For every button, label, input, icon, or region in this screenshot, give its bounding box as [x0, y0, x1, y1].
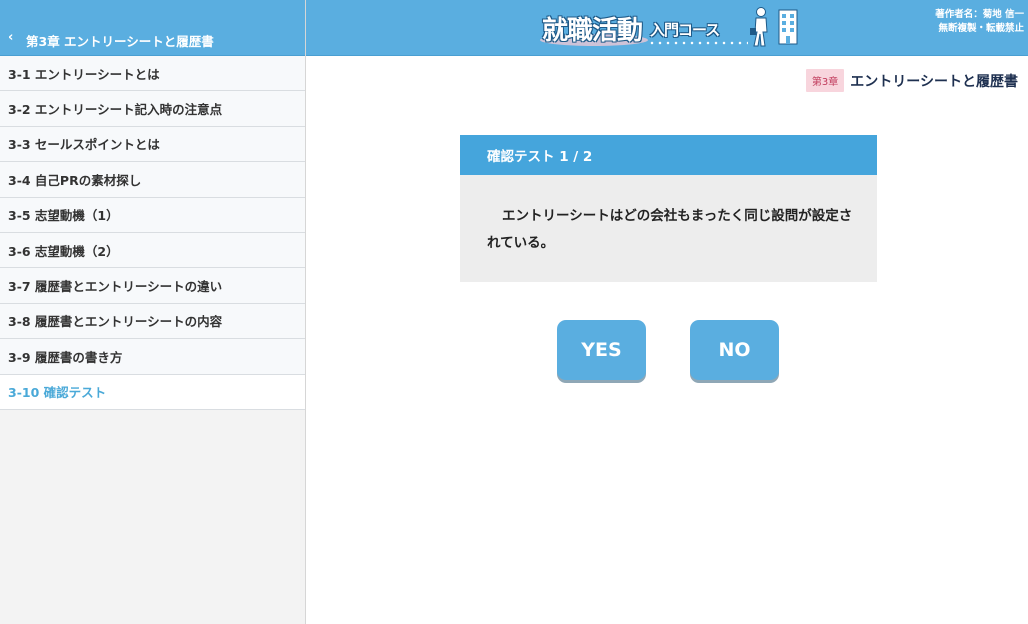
- copyright-author: 著作者名：菊地 信一: [935, 9, 1024, 20]
- sidebar-item-9[interactable]: 3-9 履歴書の書き方: [0, 339, 305, 375]
- yes-button[interactable]: YES: [557, 320, 646, 380]
- sidebar-item-label: 3-9 履歴書の書き方: [8, 349, 123, 365]
- sidebar-item-8[interactable]: 3-8 履歴書とエントリーシートの内容: [0, 303, 305, 340]
- logo-sub-text: 入門コース: [650, 21, 720, 39]
- sidebar-item-label: 3-10 確認テスト: [8, 385, 107, 401]
- sidebar-item-7[interactable]: 3-7 履歴書とエントリーシートの違い: [0, 268, 305, 304]
- sidebar-item-5[interactable]: 3-5 志望動機（1）: [0, 197, 305, 233]
- quiz-card: 確認テスト 1 / 2 エントリーシートはどの会社もまったく同じ設問が設定されて…: [460, 135, 877, 282]
- chapter-title: エントリーシートと履歴書: [850, 73, 1018, 90]
- sidebar-item-label: 3-7 履歴書とエントリーシートの違い: [8, 279, 223, 295]
- sidebar-item-2[interactable]: 3-2 エントリーシート記入時の注意点: [0, 91, 305, 127]
- logo-main-text: 就職活動: [542, 16, 643, 46]
- chapter-badge: 第3章: [805, 69, 845, 92]
- sidebar-item-label: 3-3 セールスポイントとは: [8, 137, 160, 153]
- header: 就職活動 入門コース 著作者名：菊地 信一 無断複製・転載禁止: [306, 0, 1028, 56]
- office-building-icon: [778, 9, 798, 45]
- quiz-header: 確認テスト 1 / 2: [460, 135, 877, 175]
- sidebar: ‹ 第3章 エントリーシートと履歴書 3-1 エントリーシートとは 3-2 エント…: [0, 0, 306, 624]
- sidebar-header[interactable]: ‹ 第3章 エントリーシートと履歴書: [0, 0, 305, 56]
- copyright-notice: 著作者名：菊地 信一 無断複製・転載禁止: [935, 8, 1024, 36]
- sidebar-chapter-title[interactable]: 第3章 エントリーシートと履歴書: [26, 31, 214, 50]
- chevron-left-icon[interactable]: ‹: [8, 30, 13, 45]
- no-button[interactable]: NO: [690, 320, 779, 380]
- sidebar-item-10[interactable]: 3-10 確認テスト: [0, 374, 305, 410]
- sidebar-item-label: 3-8 履歴書とエントリーシートの内容: [8, 314, 223, 330]
- quiz-question: エントリーシートはどの会社もまったく同じ設問が設定されている。: [460, 175, 877, 282]
- sidebar-item-6[interactable]: 3-6 志望動機（2）: [0, 232, 305, 269]
- sidebar-item-label: 3-2 エントリーシート記入時の注意点: [8, 102, 223, 118]
- sidebar-item-3[interactable]: 3-3 セールスポイントとは: [0, 126, 305, 163]
- sidebar-item-label: 3-4 自己PRの素材探し: [8, 172, 142, 188]
- sidebar-item-label: 3-5 志望動機（1）: [8, 208, 119, 224]
- sidebar-item-label: 3-1 エントリーシートとは: [8, 66, 160, 82]
- sidebar-item-label: 3-6 志望動機（2）: [8, 243, 119, 259]
- businessperson-icon: [750, 7, 768, 47]
- logo-dots: [648, 41, 748, 45]
- course-logo: 就職活動 入門コース: [538, 4, 802, 52]
- chapter-heading: 第3章 エントリーシートと履歴書: [805, 69, 1018, 92]
- sidebar-item-1[interactable]: 3-1 エントリーシートとは: [0, 56, 305, 92]
- copyright-no-reproduction: 無断複製・転載禁止: [938, 23, 1024, 34]
- nav-list: 3-1 エントリーシートとは 3-2 エントリーシート記入時の注意点 3-3 セール…: [0, 56, 305, 410]
- sidebar-item-4[interactable]: 3-4 自己PRの素材探し: [0, 162, 305, 198]
